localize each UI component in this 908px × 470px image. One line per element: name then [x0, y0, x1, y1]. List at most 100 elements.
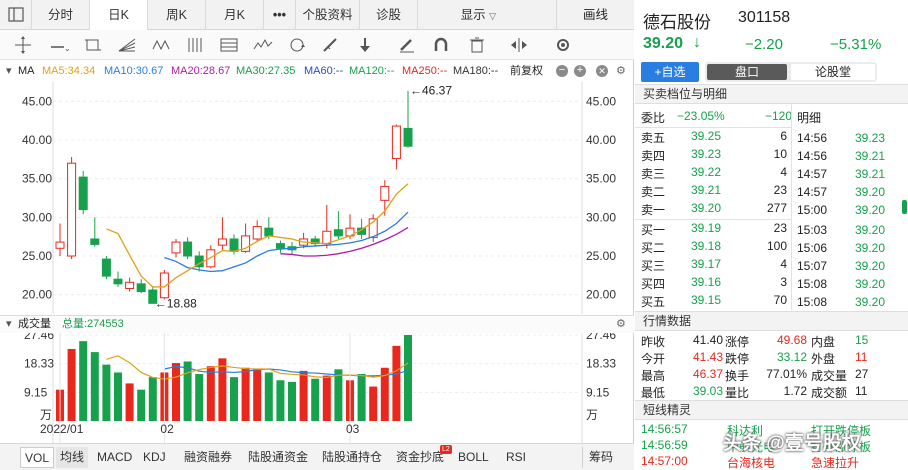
- measure-icon[interactable]: [320, 35, 342, 55]
- volume-bar: [404, 335, 412, 421]
- tick-time: 14:56: [797, 149, 828, 163]
- tab-stock-profile[interactable]: 个股资料: [296, 0, 360, 30]
- pencil-icon[interactable]: [396, 35, 418, 55]
- bid-price: 39.16: [691, 275, 722, 289]
- tab-forum[interactable]: 论股堂: [791, 64, 875, 80]
- chart-panel: 分时 日K 周K 月K ••• 个股资料 诊股 显示 ▽ 画线 ⌄ ▾ MA M…: [0, 0, 634, 470]
- volume-bar: [241, 367, 250, 421]
- volume-bar: [311, 378, 320, 421]
- volume-collapse-icon[interactable]: ▾: [6, 316, 12, 333]
- bid-price: 39.18: [691, 239, 722, 253]
- bid-price: 39.19: [691, 221, 722, 235]
- candle: [67, 157, 77, 260]
- close-icon[interactable]: ✕: [596, 65, 608, 77]
- volume-bar: [79, 341, 88, 421]
- gear-icon[interactable]: [552, 35, 574, 55]
- trash-icon[interactable]: [466, 35, 488, 55]
- stock-code: 301158: [738, 9, 791, 26]
- adjust-mode-label[interactable]: 前复权: [510, 61, 543, 81]
- quote-value: 11: [855, 350, 868, 364]
- expand-icon[interactable]: [508, 35, 530, 55]
- tab-hk-connect-funds[interactable]: 陆股通资金: [244, 447, 312, 468]
- candle: [183, 237, 193, 260]
- arrow-down-tool-icon[interactable]: [354, 35, 376, 55]
- zoom-out-icon[interactable]: −: [556, 65, 568, 77]
- cycle-icon[interactable]: [286, 35, 308, 55]
- crosshair-icon[interactable]: [12, 35, 34, 55]
- quote-value: 15: [855, 333, 869, 347]
- more-periods-button[interactable]: •••: [264, 0, 296, 30]
- quote-label: 昨收: [641, 335, 666, 349]
- tab-rsi[interactable]: RSI: [502, 447, 530, 468]
- tab-macd[interactable]: MACD: [93, 447, 136, 468]
- y-tick-label: 20.00: [22, 288, 52, 302]
- volume-chart[interactable]: 27.46 27.4618.33 18.339.15 9.15万 万2022/01 02 0…: [0, 333, 634, 443]
- line-tool-icon[interactable]: ⌄: [48, 35, 71, 55]
- volume-settings-icon[interactable]: ⚙: [616, 316, 626, 333]
- bid-label: 买二: [641, 241, 666, 255]
- vol-unit-label: 万: [586, 408, 598, 422]
- kline-chart[interactable]: 45.00 45.00 40.00 40.00 35.00 35.00 30.00 30.00…: [0, 82, 634, 314]
- tab-vol[interactable]: VOL: [20, 447, 55, 468]
- tick-time: 15:00: [797, 203, 828, 217]
- fibonacci-icon[interactable]: [184, 35, 206, 55]
- chip-distribution-button[interactable]: 筹码: [582, 447, 617, 468]
- stock-name: 德石股份: [643, 13, 711, 32]
- quote-value: 33.12: [776, 350, 807, 364]
- panel-tab-group: 盘口 论股堂: [705, 62, 877, 82]
- tab-weekly-k[interactable]: 周K: [148, 0, 206, 30]
- ask-volume: 6: [780, 129, 787, 143]
- channel-icon[interactable]: [218, 35, 240, 55]
- crop-icon[interactable]: [82, 35, 104, 55]
- tab-kdj[interactable]: KDJ: [139, 447, 170, 468]
- bid-volume: 70: [773, 293, 787, 307]
- tab-diagnosis[interactable]: 诊股: [360, 0, 418, 30]
- tab-ma[interactable]: 均线: [56, 447, 89, 468]
- display-menu[interactable]: 显示 ▽: [418, 0, 574, 30]
- quote-label: 今开: [641, 352, 666, 366]
- bid-volume: 4: [780, 257, 787, 271]
- details-scrollbar[interactable]: [901, 200, 908, 310]
- bid-price: 39.15: [691, 293, 722, 307]
- tick-time: 15:08: [797, 277, 828, 291]
- fan-icon[interactable]: [116, 35, 138, 55]
- tab-pankou[interactable]: 盘口: [707, 64, 787, 80]
- tab-margin[interactable]: 融资融券: [180, 447, 236, 468]
- volume-bar: [102, 364, 111, 421]
- add-watchlist-button[interactable]: +自选: [641, 62, 699, 82]
- y-tick-label: 35.00: [586, 172, 616, 186]
- sprite-stock[interactable]: 台海核电: [727, 454, 775, 470]
- draw-line-button[interactable]: 画线: [556, 0, 634, 30]
- zoom-in-icon[interactable]: +: [574, 65, 586, 77]
- period-tabs: 分时 日K 周K 月K ••• 个股资料 诊股 显示 ▽ 画线: [0, 0, 634, 30]
- volume-total: 总量:274553: [62, 318, 124, 330]
- pattern-icon[interactable]: [252, 35, 274, 55]
- bid-volume: 100: [766, 239, 787, 253]
- candle: [125, 277, 135, 292]
- volume-bar: [230, 377, 238, 421]
- vol-unit-label: 万: [40, 408, 52, 422]
- ma-collapse-icon[interactable]: ▾: [6, 61, 12, 81]
- ask-price: 39.25: [691, 129, 722, 143]
- tab-boll[interactable]: BOLL: [454, 447, 493, 468]
- tab-hk-connect-holdings[interactable]: 陆股通持仓: [318, 447, 386, 468]
- tab-intraday[interactable]: 分时: [32, 0, 90, 30]
- settings-gear-icon[interactable]: ⚙: [616, 61, 626, 81]
- volume-bar: [114, 372, 122, 421]
- sidebar-toggle-icon[interactable]: [0, 0, 32, 30]
- candle: [90, 217, 100, 247]
- magnet-icon[interactable]: [430, 35, 452, 55]
- quote-value: 1.72: [783, 384, 807, 398]
- wave-icon[interactable]: [150, 35, 172, 55]
- tab-daily-k[interactable]: 日K: [90, 0, 148, 30]
- volume-bar: [369, 386, 378, 421]
- candle: [333, 211, 343, 239]
- ma-legend-item: MA30:27.35: [236, 65, 296, 77]
- ma-legend-item: MA120:--: [349, 65, 395, 77]
- quote-header: 行情数据: [635, 311, 908, 331]
- y-tick-label: 30.00: [22, 210, 52, 224]
- ma-legend-item: MA20:28.67: [171, 65, 231, 77]
- y-tick-label: 35.00: [22, 172, 52, 186]
- tab-monthly-k[interactable]: 月K: [206, 0, 264, 30]
- quote-label: 外盘: [811, 352, 836, 366]
